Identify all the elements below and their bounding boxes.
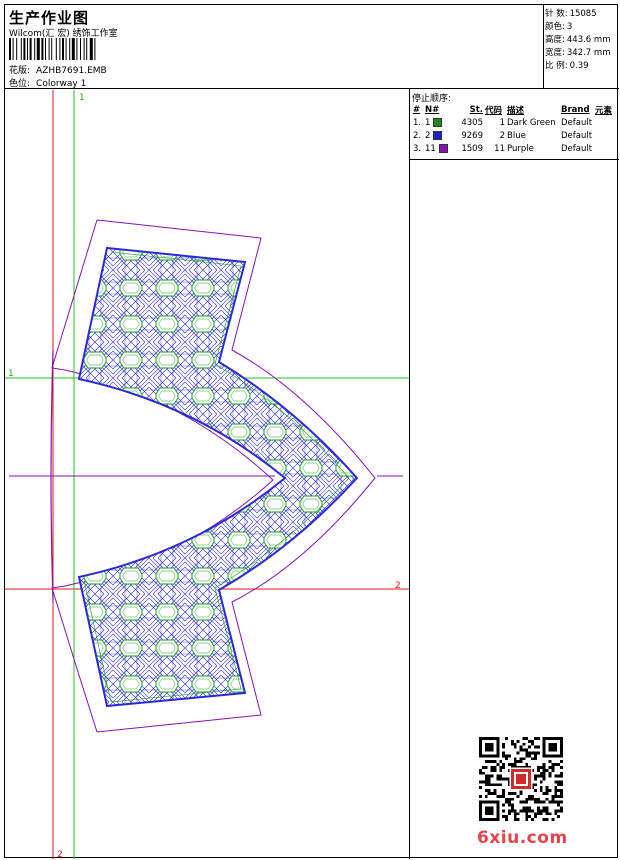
color-swatch-blue xyxy=(433,130,443,140)
document-frame: 生产作业图 Wilcom(汇 宏) 绣饰工作室 花版: AZHB7691.EMB … xyxy=(4,4,619,859)
guide-label-bottom-2: 2 xyxy=(57,850,63,859)
color-swatch-dark-green xyxy=(433,117,443,127)
table-row: 1. 1 4305 1 Dark Green Default xyxy=(413,117,593,128)
col-element: 元素 xyxy=(595,105,613,116)
stats-block: 针 数: 15085 颜色: 3 高度: 443.6 mm 宽度: 342.7 mm 比… xyxy=(543,5,619,89)
table-row: 3. 11 1509 11 Purple Default xyxy=(413,143,593,154)
stat-height: 高度: 443.6 mm xyxy=(545,35,611,45)
stat-stitches: 针 数: 15085 xyxy=(545,9,597,19)
colorway-label: 色位: xyxy=(9,79,31,89)
embroidery-fill-shape xyxy=(77,246,359,708)
colorway-value: Colorway 1 xyxy=(36,79,87,89)
col-brand: Brand xyxy=(561,104,590,115)
design-value: AZHB7691.EMB xyxy=(36,66,107,76)
stat-colors: 颜色: 3 xyxy=(545,22,573,32)
design-label: 花版: xyxy=(9,66,31,76)
stat-width: 宽度: 342.7 mm xyxy=(545,48,611,58)
colorway-row: 色位: Colorway 1 xyxy=(9,76,86,89)
table-row: 2. 2 9269 2 Blue Default xyxy=(413,130,593,141)
document-title: 生产作业图 xyxy=(9,9,90,27)
table-header-row: # N# St. 代码 描述 Brand 元素 xyxy=(412,103,618,116)
barcode xyxy=(9,38,96,60)
color-swatch-purple xyxy=(438,143,448,153)
stat-scale: 比 例: 0.39 xyxy=(545,61,589,71)
guide-label-right-2: 2 xyxy=(395,581,401,591)
panel-divider xyxy=(410,159,619,160)
col-code: 代码 xyxy=(485,105,503,116)
stop-sequence-table: # N# St. 代码 描述 Brand 元素 1. 1 4305 1 Dark… xyxy=(412,103,618,155)
col-index: # xyxy=(413,104,421,115)
guide-label-top-1: 1 xyxy=(79,93,85,103)
watermark-text: 6xiu.com xyxy=(477,828,568,848)
col-st: St. xyxy=(469,104,483,115)
guide-label-left-1: 1 xyxy=(8,369,14,379)
header-block: 生产作业图 Wilcom(汇 宏) 绣饰工作室 花版: AZHB7691.EMB … xyxy=(5,5,543,89)
embroidery-design-canvas: 1 1 2 2 xyxy=(5,90,409,859)
col-n: N# xyxy=(425,104,440,115)
col-desc: 描述 xyxy=(507,105,525,116)
qr-code xyxy=(479,737,563,821)
design-row: 花版: AZHB7691.EMB xyxy=(9,63,107,76)
